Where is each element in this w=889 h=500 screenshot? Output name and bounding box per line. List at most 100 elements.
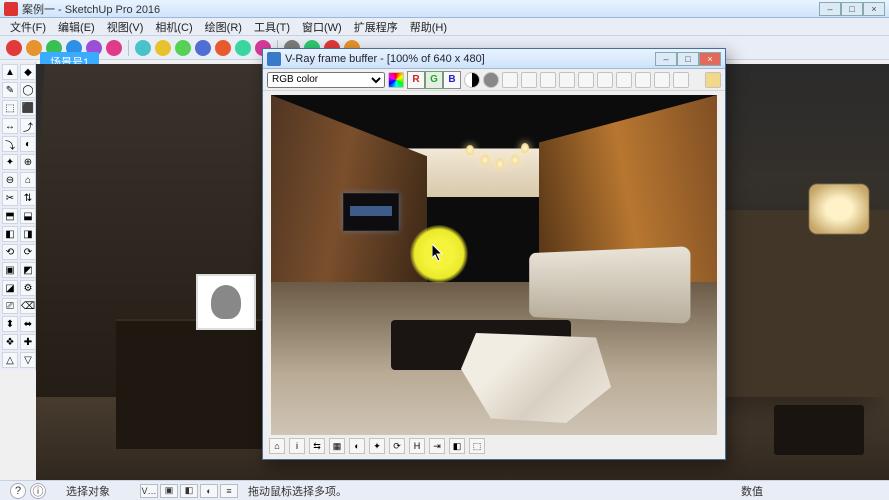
tool-button-16[interactable]: ⬒ bbox=[2, 208, 18, 224]
tool-button-12[interactable]: ⊖ bbox=[2, 172, 18, 188]
tool-button-29[interactable]: ⬌ bbox=[20, 316, 36, 332]
tool-button-20[interactable]: ⟲ bbox=[2, 244, 18, 260]
toolbar-button-7[interactable] bbox=[155, 40, 171, 56]
vfb-bottom-btn-2[interactable]: ⇆ bbox=[309, 438, 325, 454]
tool-button-15[interactable]: ⇅ bbox=[20, 190, 36, 206]
vfb-titlebar[interactable]: V-Ray frame buffer - [100% of 640 x 480]… bbox=[263, 49, 725, 69]
tool-button-8[interactable]: ⤵ bbox=[2, 136, 18, 152]
menu-draw[interactable]: 绘图(R) bbox=[199, 19, 248, 35]
tool-button-14[interactable]: ✂ bbox=[2, 190, 18, 206]
vfb-bottom-btn-0[interactable]: ⌂ bbox=[269, 438, 285, 454]
vfb-track-icon[interactable] bbox=[578, 72, 594, 88]
menu-bar: 文件(F) 编辑(E) 视图(V) 相机(C) 绘图(R) 工具(T) 窗口(W… bbox=[0, 18, 889, 36]
tray-btn-3[interactable]: ◐ bbox=[200, 484, 218, 498]
vfb-render-view[interactable] bbox=[271, 95, 717, 435]
tray-btn-1[interactable]: ▣ bbox=[160, 484, 178, 498]
vfb-clear-icon[interactable] bbox=[540, 72, 556, 88]
tool-button-24[interactable]: ◪ bbox=[2, 280, 18, 296]
vfb-channel-select[interactable]: RGB color bbox=[267, 72, 385, 88]
tool-button-21[interactable]: ⟳ bbox=[20, 244, 36, 260]
tool-button-13[interactable]: ⌂ bbox=[20, 172, 36, 188]
vfb-bottom-btn-9[interactable]: ◧ bbox=[449, 438, 465, 454]
tool-button-33[interactable]: ▽ bbox=[20, 352, 36, 368]
tool-button-28[interactable]: ⬍ bbox=[2, 316, 18, 332]
help-icon[interactable]: ? bbox=[10, 483, 26, 499]
vfb-bottom-btn-3[interactable]: ▦ bbox=[329, 438, 345, 454]
vfb-channel-g[interactable]: G bbox=[425, 71, 443, 89]
tool-button-32[interactable]: △ bbox=[2, 352, 18, 368]
vfb-stop-icon[interactable] bbox=[616, 72, 632, 88]
tool-button-31[interactable]: ✚ bbox=[20, 334, 36, 350]
vfb-color-corr-icon[interactable] bbox=[673, 72, 689, 88]
vfb-save-icon[interactable] bbox=[502, 72, 518, 88]
vfb-bottom-btn-6[interactable]: ⟳ bbox=[389, 438, 405, 454]
tool-button-27[interactable]: ⌫ bbox=[20, 298, 36, 314]
vfb-channel-r[interactable]: R bbox=[407, 71, 425, 89]
vfb-maximize-button[interactable]: □ bbox=[677, 52, 699, 66]
vfb-bottom-btn-4[interactable]: ◐ bbox=[349, 438, 365, 454]
tool-button-5[interactable]: ⬛ bbox=[20, 100, 36, 116]
vfb-link-icon[interactable] bbox=[635, 72, 651, 88]
vfb-load-icon[interactable] bbox=[521, 72, 537, 88]
vfb-bottom-btn-7[interactable]: H bbox=[409, 438, 425, 454]
tool-button-7[interactable]: ⤴ bbox=[20, 118, 36, 134]
tool-button-3[interactable]: ◯ bbox=[20, 82, 36, 98]
left-toolbox: ▲◆✎◯⬚⬛↔⤴⤵◐✦⊕⊖⌂✂⇅⬒⬓◧◨⟲⟳▣◩◪⚙⎚⌫⬍⬌❖✚△▽ bbox=[0, 62, 36, 370]
toolbar-button-10[interactable] bbox=[215, 40, 231, 56]
tool-button-17[interactable]: ⬓ bbox=[20, 208, 36, 224]
tool-button-4[interactable]: ⬚ bbox=[2, 100, 18, 116]
toolbar-button-11[interactable] bbox=[235, 40, 251, 56]
menu-file[interactable]: 文件(F) bbox=[4, 19, 52, 35]
vfb-bottom-btn-8[interactable]: ⇥ bbox=[429, 438, 445, 454]
menu-view[interactable]: 视图(V) bbox=[101, 19, 150, 35]
toolbar-button-9[interactable] bbox=[195, 40, 211, 56]
tool-button-11[interactable]: ⊕ bbox=[20, 154, 36, 170]
close-button[interactable]: × bbox=[863, 2, 885, 16]
tool-button-2[interactable]: ✎ bbox=[2, 82, 18, 98]
toolbar-button-0[interactable] bbox=[6, 40, 22, 56]
menu-extensions[interactable]: 扩展程序 bbox=[348, 19, 404, 35]
vray-frame-buffer-window[interactable]: V-Ray frame buffer - [100% of 640 x 480]… bbox=[262, 48, 726, 460]
tool-button-9[interactable]: ◐ bbox=[20, 136, 36, 152]
toolbar-button-5[interactable] bbox=[106, 40, 122, 56]
menu-help[interactable]: 帮助(H) bbox=[404, 19, 453, 35]
tool-button-1[interactable]: ◆ bbox=[20, 64, 36, 80]
minimize-button[interactable]: – bbox=[819, 2, 841, 16]
tool-button-19[interactable]: ◨ bbox=[20, 226, 36, 242]
vfb-alpha-icon[interactable] bbox=[464, 72, 480, 88]
vfb-clone-icon[interactable] bbox=[559, 72, 575, 88]
tool-button-10[interactable]: ✦ bbox=[2, 154, 18, 170]
vfb-minimize-button[interactable]: – bbox=[655, 52, 677, 66]
menu-tools[interactable]: 工具(T) bbox=[248, 19, 296, 35]
vfb-mono-icon[interactable] bbox=[483, 72, 499, 88]
tool-button-26[interactable]: ⎚ bbox=[2, 298, 18, 314]
tray-v-button[interactable]: V… bbox=[140, 484, 158, 498]
vfb-bottom-btn-10[interactable]: ⬚ bbox=[469, 438, 485, 454]
tool-button-25[interactable]: ⚙ bbox=[20, 280, 36, 296]
vfb-close-button[interactable]: × bbox=[699, 52, 721, 66]
tool-button-22[interactable]: ▣ bbox=[2, 262, 18, 278]
menu-window[interactable]: 窗口(W) bbox=[296, 19, 348, 35]
tool-button-23[interactable]: ◩ bbox=[20, 262, 36, 278]
toolbar-button-8[interactable] bbox=[175, 40, 191, 56]
vfb-pixel-icon[interactable] bbox=[654, 72, 670, 88]
toolbar-button-6[interactable] bbox=[135, 40, 151, 56]
vfb-region-icon[interactable] bbox=[597, 72, 613, 88]
maximize-button[interactable]: □ bbox=[841, 2, 863, 16]
scene-lamp bbox=[809, 184, 869, 234]
tool-button-30[interactable]: ❖ bbox=[2, 334, 18, 350]
vfb-bottom-btn-5[interactable]: ✦ bbox=[369, 438, 385, 454]
vfb-bottom-btn-1[interactable]: i bbox=[289, 438, 305, 454]
tool-button-18[interactable]: ◧ bbox=[2, 226, 18, 242]
vfb-channel-b[interactable]: B bbox=[443, 71, 461, 89]
tool-button-6[interactable]: ↔ bbox=[2, 118, 18, 134]
status-bar: ? ⓘ 选择对象 V… ▣ ◧ ◐ ≡ 拖动鼠标选择多项。 数值 bbox=[0, 480, 889, 500]
menu-camera[interactable]: 相机(C) bbox=[149, 19, 198, 35]
tool-button-0[interactable]: ▲ bbox=[2, 64, 18, 80]
menu-edit[interactable]: 编辑(E) bbox=[52, 19, 101, 35]
tray-btn-4[interactable]: ≡ bbox=[220, 484, 238, 498]
info-icon[interactable]: ⓘ bbox=[30, 483, 46, 499]
vfb-color-picker-icon[interactable] bbox=[388, 72, 404, 88]
vfb-history-icon[interactable] bbox=[705, 72, 721, 88]
tray-btn-2[interactable]: ◧ bbox=[180, 484, 198, 498]
